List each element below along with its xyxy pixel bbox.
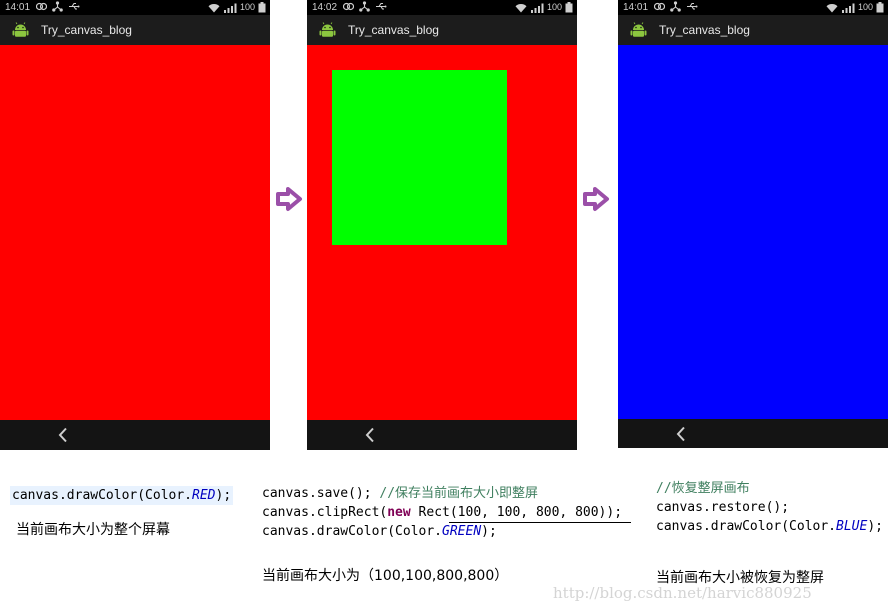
- code-line: canvas.clipRect(new Rect(100, 100, 800, …: [262, 503, 622, 522]
- status-time: 14:02: [312, 2, 338, 13]
- status-time: 14:01: [5, 2, 31, 13]
- notification-icons: [343, 1, 387, 12]
- phone-screen-3: 14:01 100 Try_canvas_blog: [618, 0, 888, 448]
- code-line: canvas.save(); //保存当前画布大小即整屏: [262, 484, 622, 503]
- back-icon[interactable]: [364, 427, 376, 443]
- battery-level: 100: [857, 2, 873, 12]
- status-bar: 14:01 100: [0, 0, 270, 15]
- app-title: Try_canvas_blog: [41, 23, 132, 37]
- share-icon: [359, 1, 370, 12]
- code-line: canvas.restore();: [656, 500, 790, 515]
- wifi-icon: [208, 3, 220, 13]
- code-text: Rect(100, 100, 800, 800));: [410, 505, 623, 520]
- notification-icons: [654, 1, 698, 12]
- status-bar: 14:02 100: [307, 0, 577, 15]
- action-bar: Try_canvas_blog: [307, 15, 577, 45]
- usb-icon: [69, 2, 80, 10]
- status-right: 100: [208, 0, 266, 15]
- code-keyword: new: [387, 505, 411, 520]
- battery-icon: [565, 2, 573, 13]
- sync-icon: [654, 2, 665, 11]
- code-field: RED: [192, 488, 216, 503]
- code-comment: //保存当前画布大小即整屏: [379, 486, 539, 501]
- share-icon: [52, 1, 63, 12]
- notification-icons: [36, 1, 80, 12]
- wifi-icon: [515, 3, 527, 13]
- code-snippet-3: //恢复整屏画布 canvas.restore(); canvas.drawColo…: [656, 479, 883, 536]
- back-icon[interactable]: [57, 427, 69, 443]
- code-text: canvas.clipRect(: [262, 505, 388, 520]
- share-icon: [670, 1, 681, 12]
- arrow-right-icon: [276, 187, 302, 211]
- watermark: http://blog.csdn.net/harvic880925: [553, 584, 812, 602]
- status-right: 100: [826, 0, 884, 15]
- usb-icon: [376, 2, 387, 10]
- arrow-right-icon: [583, 187, 609, 211]
- navigation-bar: [618, 419, 888, 448]
- android-icon[interactable]: [319, 22, 336, 39]
- code-line: canvas.drawColor(Color.GREEN);: [262, 522, 622, 541]
- code-snippet-1: canvas.drawColor(Color.RED);: [10, 486, 234, 505]
- code-text: canvas.drawColor(Color.: [656, 519, 837, 534]
- action-bar: Try_canvas_blog: [618, 15, 888, 45]
- android-icon[interactable]: [12, 22, 29, 39]
- code-field: GREEN: [442, 524, 482, 539]
- clip-rect-green: [332, 70, 507, 245]
- phone-screen-2: 14:02 100 Try_canvas_blog: [307, 0, 577, 450]
- code-text: canvas.drawColor(Color.: [262, 524, 443, 539]
- signal-icon: [223, 3, 237, 13]
- android-icon[interactable]: [630, 22, 647, 39]
- navigation-bar: [307, 420, 577, 450]
- action-bar: Try_canvas_blog: [0, 15, 270, 45]
- status-right: 100: [515, 0, 573, 15]
- code-line: canvas.drawColor(Color.BLUE);: [656, 517, 883, 536]
- battery-icon: [876, 2, 884, 13]
- canvas-area-blue: [618, 45, 888, 419]
- wifi-icon: [826, 3, 838, 13]
- status-time: 14:01: [623, 2, 649, 13]
- usb-icon: [687, 2, 698, 10]
- app-title: Try_canvas_blog: [659, 23, 750, 37]
- signal-icon: [841, 3, 855, 13]
- battery-level: 100: [239, 2, 255, 12]
- code-text: );: [215, 488, 232, 503]
- caption-1: 当前画布大小为整个屏幕: [16, 522, 170, 538]
- status-bar: 14:01 100: [618, 0, 888, 15]
- navigation-bar: [0, 420, 270, 450]
- canvas-area-red: [307, 45, 577, 420]
- code-text: );: [481, 524, 497, 539]
- code-snippet-2: canvas.save(); //保存当前画布大小即整屏 canvas.clipR…: [262, 484, 622, 541]
- sync-icon: [343, 2, 354, 11]
- sync-icon: [36, 2, 47, 11]
- code-text: );: [867, 519, 883, 534]
- code-text: canvas.save();: [262, 486, 380, 501]
- app-title: Try_canvas_blog: [348, 23, 439, 37]
- code-field: BLUE: [836, 519, 868, 534]
- battery-level: 100: [546, 2, 562, 12]
- canvas-area-red: [0, 45, 270, 420]
- battery-icon: [258, 2, 266, 13]
- code-comment: //恢复整屏画布: [656, 481, 750, 496]
- caption-2: 当前画布大小为（100,100,800,800）: [262, 568, 509, 584]
- underline: [449, 522, 631, 523]
- phone-screen-1: 14:01 100 Try_canvas_blog: [0, 0, 270, 450]
- code-text: canvas.drawColor(Color.: [12, 488, 193, 503]
- signal-icon: [530, 3, 544, 13]
- back-icon[interactable]: [675, 426, 687, 442]
